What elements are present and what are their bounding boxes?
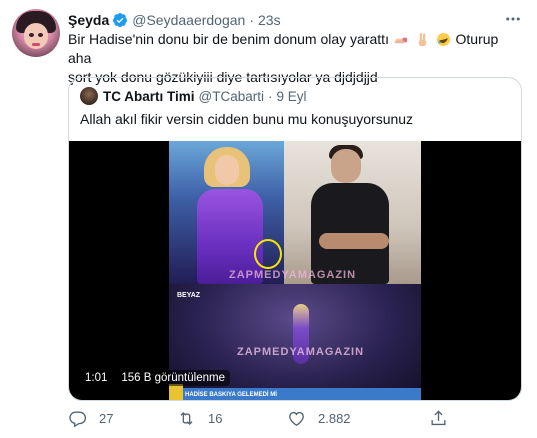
author-name[interactable]: Şeyda	[68, 12, 109, 28]
tweet-time[interactable]: 23s	[258, 12, 281, 28]
quoted-author-handle[interactable]: @TCabarti	[199, 89, 264, 104]
tweet: Şeyda @Seydaaerdogan · 23s Bir Hadise'ni…	[0, 0, 537, 438]
tweet-actions: 27 16 2.882	[68, 405, 508, 431]
retweet-button[interactable]: 16	[177, 405, 222, 431]
video-info-overlay: 1:01 156 B görüntülenme	[80, 370, 230, 386]
author-handle[interactable]: @Seydaaerdogan	[132, 12, 245, 28]
reply-count: 27	[99, 410, 114, 426]
ticker-logo	[169, 384, 183, 400]
share-icon	[431, 409, 446, 425]
thumbnail-panel-singer	[169, 141, 284, 284]
video-views: 156 B görüntülenme	[121, 372, 225, 384]
nail-polish-emoji	[394, 37, 407, 44]
share-button[interactable]	[429, 405, 448, 431]
reply-icon	[69, 410, 87, 427]
tweet-text-part1: Bir Hadise'nin donu bir de benim donum o…	[68, 31, 389, 47]
quoted-separator-dot: ·	[268, 88, 273, 104]
ticker-text: HADİSE BASKIYA GELEMEDİ Mİ	[185, 392, 277, 398]
verified-badge-icon	[113, 13, 128, 28]
quoted-tweet-date[interactable]: 9 Eyl	[277, 89, 307, 104]
quoted-tweet-text: Allah akıl fikir versin cidden bunu mu k…	[80, 111, 414, 127]
highlight-circle	[254, 239, 282, 269]
channel-bug: BEYAZ	[177, 292, 201, 299]
reply-button[interactable]: 27	[68, 405, 113, 431]
heart-icon	[289, 411, 304, 426]
rofl-emoji	[436, 32, 450, 47]
video-thumbnail[interactable]: ZAPMEDYAMAGAZIN BEYAZ ZAPMEDYAMAGAZIN HA…	[169, 141, 421, 400]
like-count: 2.882	[318, 410, 351, 426]
separator-dot: ·	[249, 12, 254, 28]
watermark-bottom: ZAPMEDYAMAGAZIN	[237, 346, 365, 358]
quoted-author-name[interactable]: TC Abartı Timi	[103, 89, 195, 104]
watermark-top: ZAPMEDYAMAGAZIN	[229, 269, 357, 281]
quoted-tweet[interactable]: TC Abartı Timi @TCabarti · 9 Eyl Allah a…	[68, 77, 522, 401]
retweet-icon	[180, 411, 193, 425]
victory-hand-emoji	[418, 32, 426, 47]
retweet-count: 16	[208, 410, 223, 426]
author-avatar[interactable]	[12, 9, 60, 57]
video-player[interactable]: ZAPMEDYAMAGAZIN BEYAZ ZAPMEDYAMAGAZIN HA…	[69, 141, 521, 400]
more-options-icon[interactable]	[503, 10, 523, 28]
video-duration: 1:01	[85, 372, 108, 384]
thumbnail-panel-man	[284, 141, 421, 284]
quoted-tweet-header: TC Abartı Timi @TCabarti · 9 Eyl	[80, 87, 307, 105]
like-button[interactable]: 2.882	[287, 405, 351, 431]
tweet-header: Şeyda @Seydaaerdogan · 23s	[68, 11, 281, 29]
quoted-author-avatar[interactable]	[80, 87, 98, 105]
